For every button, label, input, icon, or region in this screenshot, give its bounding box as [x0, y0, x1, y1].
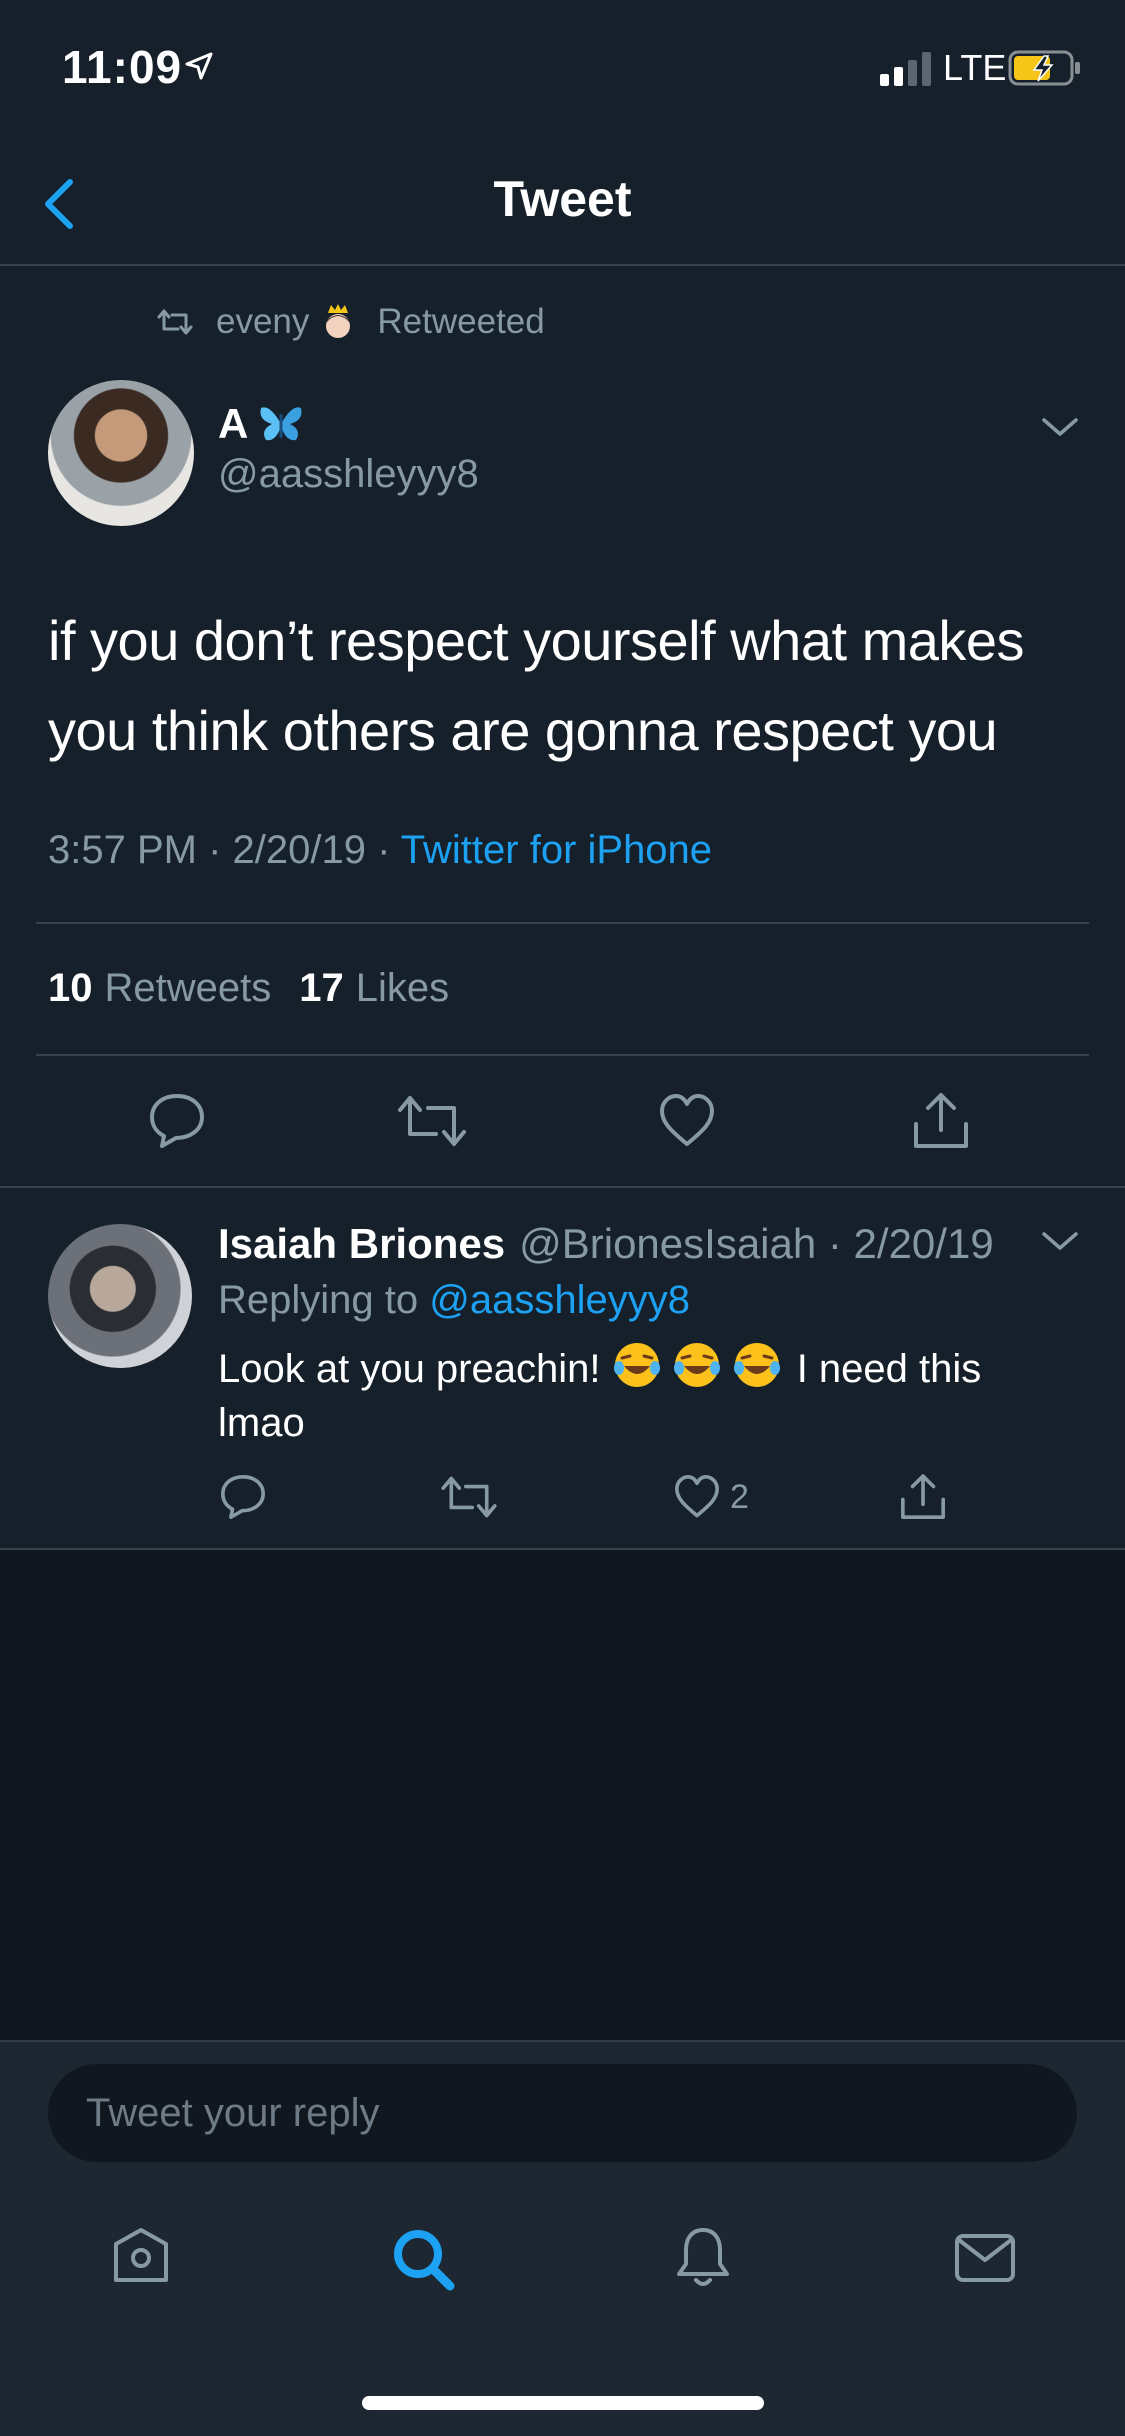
comment-icon — [150, 1094, 204, 1148]
tab-notifications[interactable] — [670, 2224, 736, 2290]
reply-reply-button[interactable] — [218, 1472, 268, 1522]
retweet-icon — [441, 1476, 497, 1518]
chevron-down-icon — [1042, 1232, 1078, 1250]
retweet-button[interactable] — [396, 1090, 468, 1152]
reply-retweet-button[interactable] — [440, 1472, 498, 1522]
tab-search[interactable] — [388, 2224, 458, 2294]
retweets-stat[interactable]: 10 Retweets — [48, 966, 271, 1011]
butterfly-emoji-icon — [260, 407, 302, 441]
status-bar: 11:09 LTE — [0, 0, 1125, 140]
retweeted-label: Retweeted — [377, 302, 545, 341]
share-icon — [901, 1474, 945, 1519]
like-button[interactable] — [656, 1090, 718, 1152]
replying-to-link[interactable]: @aasshleyyy8 — [429, 1278, 690, 1322]
home-indicator[interactable] — [362, 2396, 764, 2410]
divider — [36, 1054, 1089, 1056]
tweet-source-link[interactable]: Twitter for iPhone — [401, 828, 712, 872]
share-button[interactable] — [910, 1090, 972, 1152]
share-icon — [914, 1093, 968, 1148]
author-avatar[interactable] — [48, 380, 194, 526]
author-handle[interactable]: @aasshleyyy8 — [218, 452, 479, 497]
empty-space — [0, 1550, 1125, 2040]
tweet-timestamp: 3:57 PM · 2/20/19 · — [48, 828, 401, 872]
reply-author-avatar[interactable] — [48, 1224, 192, 1368]
header: Tweet — [0, 140, 1125, 266]
home-icon — [114, 2228, 168, 2282]
divider — [0, 1186, 1125, 1188]
reply-share-button[interactable] — [898, 1472, 948, 1522]
network-type: LTE — [943, 47, 1007, 88]
search-icon — [394, 2230, 455, 2291]
bell-icon — [677, 2228, 729, 2286]
divider — [36, 922, 1089, 924]
tab-home[interactable] — [108, 2224, 174, 2290]
battery-charging-icon — [1008, 50, 1082, 86]
laughing-tears-emoji-icon — [613, 1343, 780, 1387]
location-arrow-icon — [183, 50, 215, 82]
reply-author-name: Isaiah Briones — [218, 1220, 506, 1267]
retweet-context[interactable]: eveny Retweeted — [156, 300, 545, 344]
status-time: 11:09 — [62, 41, 183, 93]
comment-icon — [221, 1475, 265, 1519]
tweet-stats: 10 Retweets 17 Likes — [48, 966, 477, 1011]
reply-button[interactable] — [146, 1090, 208, 1152]
likes-stat[interactable]: 17 Likes — [299, 966, 449, 1011]
signal-icon — [880, 52, 936, 86]
chevron-down-icon — [1042, 418, 1078, 436]
page-title: Tweet — [493, 171, 632, 227]
reply-author-meta: @BrionesIsaiah · 2/20/19 — [519, 1220, 994, 1267]
tweet-menu-button[interactable] — [1040, 412, 1080, 442]
tab-messages[interactable] — [952, 2224, 1018, 2290]
retweet-icon — [398, 1096, 466, 1146]
princess-emoji-icon — [326, 304, 351, 338]
tweet-text: if you don’t respect yourself what makes… — [48, 609, 1025, 762]
reply-like-count: 2 — [730, 1478, 749, 1516]
reply-author[interactable]: Isaiah Briones @BrionesIsaiah · 2/20/19 — [218, 1220, 994, 1268]
reply-menu-button[interactable] — [1040, 1226, 1080, 1256]
heart-icon — [675, 1475, 719, 1518]
retweeter-name: eveny — [216, 302, 310, 341]
reply-text: Look at you preachin! I need this lmao — [218, 1340, 1078, 1450]
heart-icon — [660, 1094, 714, 1146]
reply-input[interactable] — [48, 2064, 1077, 2162]
mail-icon — [955, 2234, 1015, 2282]
retweet-icon — [157, 309, 193, 335]
author-name[interactable]: A — [218, 400, 304, 448]
tweet-meta: 3:57 PM · 2/20/19 · Twitter for iPhone — [48, 828, 712, 873]
replying-to: Replying to @aasshleyyy8 — [218, 1278, 690, 1322]
reply-like-button[interactable] — [672, 1472, 722, 1522]
